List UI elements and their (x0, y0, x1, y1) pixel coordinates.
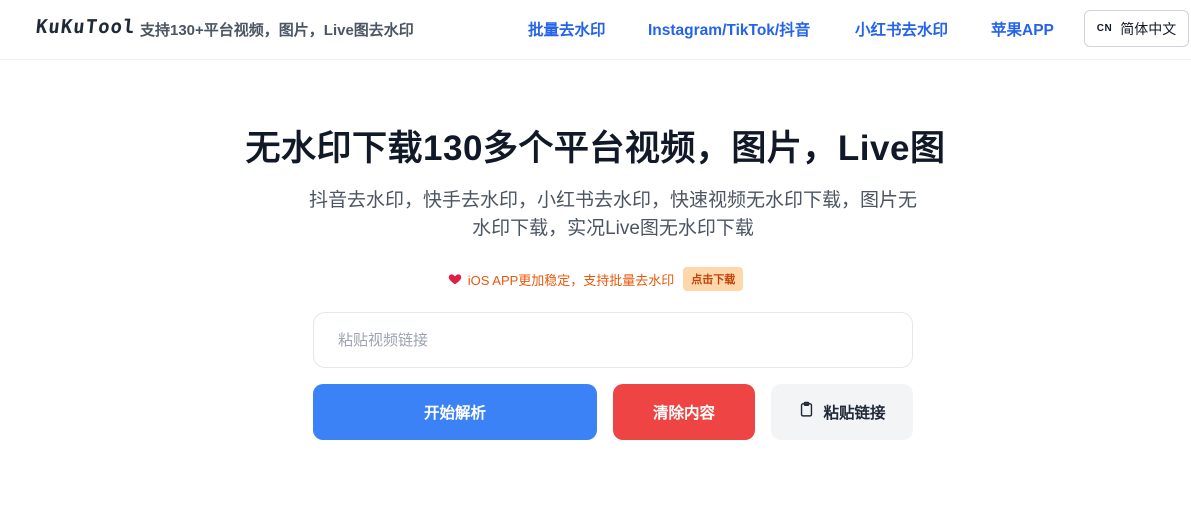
clipboard-icon (798, 401, 815, 423)
nav-xiaohongshu[interactable]: 小红书去水印 (855, 18, 948, 40)
clear-content-label: 清除内容 (652, 405, 715, 422)
paste-link-button[interactable]: 粘贴链接 (771, 384, 913, 440)
page-subtitle: 抖音去水印，快手去水印，小红书去水印，快速视频无水印下载，图片无水印下载，实况L… (308, 190, 917, 239)
video-url-input[interactable] (313, 312, 913, 368)
language-code: CN (1096, 23, 1113, 34)
nav-instagram-tiktok[interactable]: Instagram/TikTok/抖音 (648, 18, 810, 40)
heart-icon (448, 272, 462, 286)
page-title: 无水印下载130多个平台视频，图片，Live图 (245, 129, 946, 168)
top-navbar: KuKuTool 支持130+平台视频，图片，Live图去水印 批量去水印 In… (0, 0, 1191, 60)
start-parse-label: 开始解析 (423, 405, 486, 422)
clear-content-button[interactable]: 清除内容 (613, 384, 755, 440)
language-label: 简体中文 (1120, 20, 1177, 37)
paste-link-label: 粘贴链接 (823, 405, 886, 422)
ios-promo-banner: iOS APP更加稳定，支持批量去水印 点击下载 (0, 267, 1191, 291)
site-tagline: 支持130+平台视频，图片，Live图去水印 (140, 22, 414, 39)
nav-apple-app[interactable]: 苹果APP (991, 18, 1054, 40)
brand-logo[interactable]: KuKuTool (35, 16, 137, 38)
nav-batch-watermark[interactable]: 批量去水印 (528, 18, 606, 40)
start-parse-button[interactable]: 开始解析 (313, 384, 597, 440)
promo-text: iOS APP更加稳定，支持批量去水印 (467, 272, 675, 288)
language-selector[interactable]: CN 简体中文 (1084, 10, 1189, 47)
download-app-badge[interactable]: 点击下载 (683, 267, 744, 291)
